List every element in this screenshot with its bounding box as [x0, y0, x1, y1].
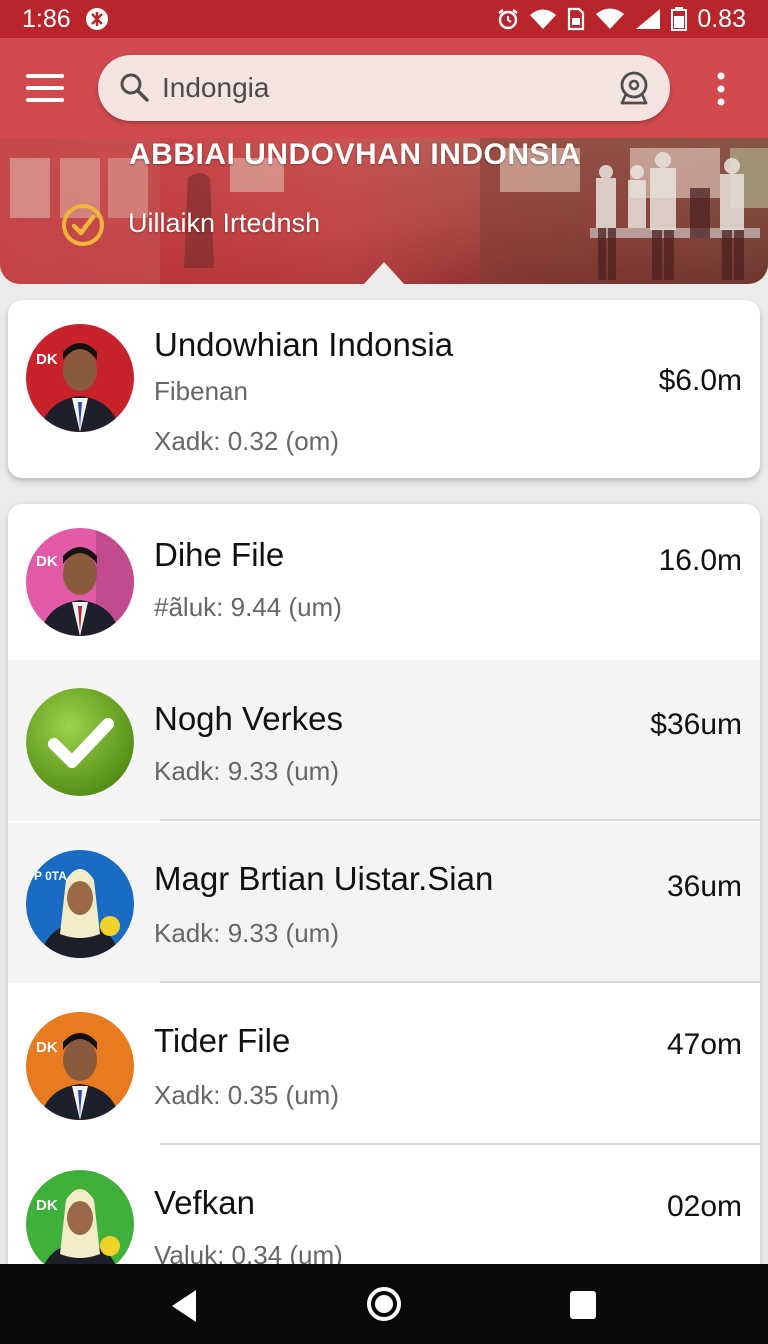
- phone-screen: 1:86 0.83 Indongia ABBIAI UNDOVHAN INDON…: [0, 0, 768, 1344]
- banner-pointer: [364, 262, 404, 284]
- item-name: Vefkan: [154, 1184, 255, 1221]
- check-circle-icon: [62, 204, 104, 246]
- avatar: P 0TA: [26, 850, 134, 958]
- item-category: Fibenan: [154, 376, 248, 406]
- system-nav-bar: [0, 1264, 768, 1344]
- list-item[interactable]: DK Tider File Xadk: 0.35 (um) 47om: [8, 984, 760, 1145]
- avatar: DK: [26, 1012, 134, 1120]
- item-list: DK Dihe File #ãluk: 9.44 (um) 16.0m Nogh…: [8, 504, 760, 1304]
- list-item[interactable]: Nogh Verkes Kadk: 9.33 (um) $36um: [8, 660, 760, 821]
- lens-icon[interactable]: [616, 70, 652, 106]
- back-icon[interactable]: [168, 1288, 200, 1324]
- item-amount: $6.0m: [658, 364, 742, 397]
- list-item[interactable]: P 0TA Magr Brtian Uistar.Sian Kadk: 9.33…: [8, 822, 760, 983]
- featured-item-card[interactable]: DK Undowhian Indonsia Fibenan Xadk: 0.32…: [8, 300, 760, 478]
- search-icon: [120, 73, 149, 102]
- item-detail: Kadk: 9.33 (um): [154, 918, 339, 948]
- sim-icon: [568, 7, 585, 31]
- wifi-icon: [530, 9, 557, 29]
- overflow-menu-icon[interactable]: [712, 70, 730, 110]
- avatar: DK: [26, 528, 134, 636]
- item-name: Dihe File: [154, 536, 285, 573]
- avatar: DK: [26, 1170, 134, 1278]
- recents-icon[interactable]: [569, 1290, 597, 1320]
- list-item[interactable]: DK Dihe File #ãluk: 9.44 (um) 16.0m: [8, 504, 760, 665]
- avatar-badge: P 0TA: [34, 869, 67, 883]
- app-notification-icon: [85, 8, 108, 30]
- search-bar[interactable]: [98, 55, 670, 121]
- status-time: 1:86: [22, 4, 71, 33]
- item-amount: $36um: [650, 708, 742, 741]
- status-bar: 1:86 0.83: [0, 0, 768, 38]
- item-amount: 36um: [666, 870, 742, 903]
- signal-icon: [636, 9, 661, 29]
- divider: [160, 819, 760, 821]
- menu-icon[interactable]: [26, 74, 64, 102]
- avatar-badge: DK: [36, 351, 58, 368]
- avatar-badge: DK: [36, 1039, 58, 1056]
- item-amount: 47om: [666, 1028, 742, 1061]
- check-icon: [26, 688, 134, 796]
- banner-title: ABBIAI UNDOVHAN INDONSIA: [128, 138, 581, 171]
- alarm-icon: [498, 9, 519, 30]
- item-detail: Kadk: 9.33 (um): [154, 756, 339, 786]
- item-name: Magr Brtian Uistar.Sian: [154, 860, 494, 897]
- wifi-full-icon: [596, 8, 625, 29]
- divider: [160, 981, 760, 983]
- avatar: DK: [26, 324, 134, 432]
- check-avatar: [26, 688, 134, 796]
- item-amount: 16.0m: [658, 544, 742, 577]
- item-detail: #ãluk: 9.44 (um): [154, 592, 342, 622]
- status-icons: 0.83: [497, 5, 746, 34]
- banner-subtitle: Uillaikn Irtednsh: [128, 208, 321, 238]
- item-detail: Xadk: 0.32 (om): [154, 426, 339, 456]
- battery-icon: [671, 7, 688, 31]
- item-amount: 02om: [666, 1190, 742, 1223]
- avatar-badge: DK: [36, 1197, 58, 1214]
- battery-percent: 0.83: [697, 4, 746, 33]
- avatar-badge: DK: [36, 553, 58, 570]
- item-name: Undowhian Indonsia: [154, 326, 454, 363]
- item-detail: Xadk: 0.35 (um): [154, 1080, 339, 1110]
- home-icon[interactable]: [366, 1286, 402, 1322]
- item-name: Nogh Verkes: [154, 700, 343, 737]
- search-input[interactable]: [162, 65, 602, 111]
- divider: [160, 1143, 760, 1145]
- app-bar: [0, 38, 768, 140]
- item-name: Tider File: [154, 1022, 291, 1059]
